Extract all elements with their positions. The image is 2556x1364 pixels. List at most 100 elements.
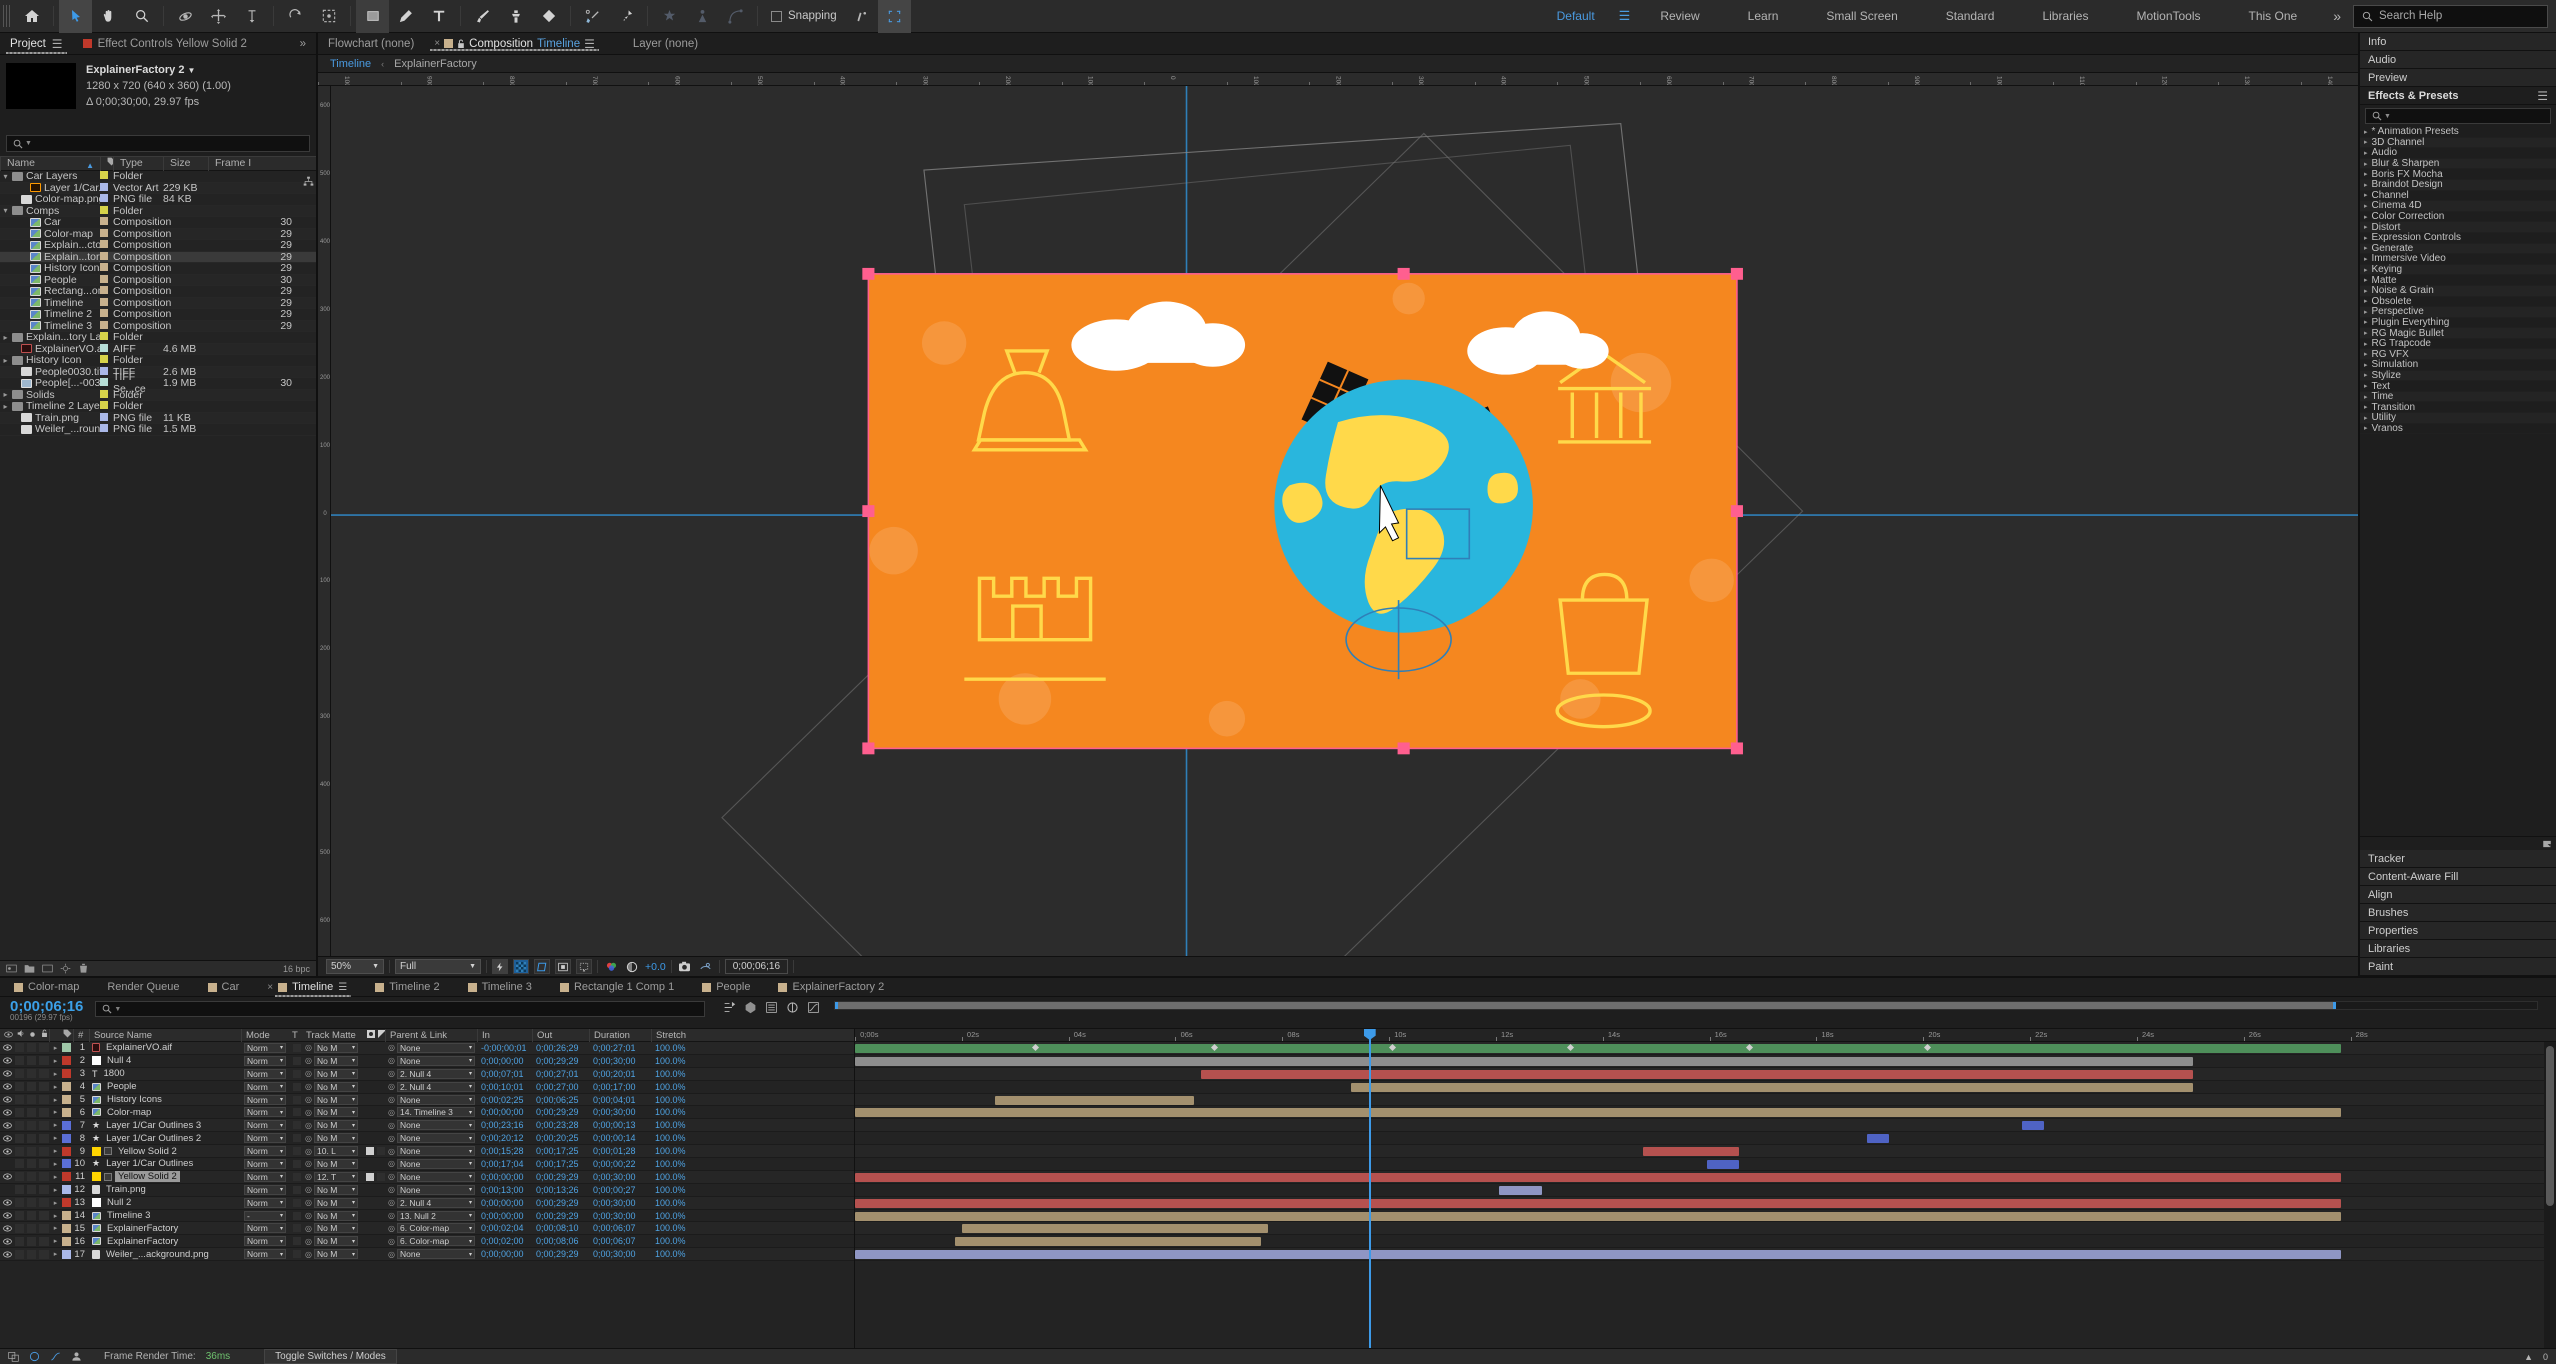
timeline-tab[interactable]: Timeline 2 [361,978,453,997]
layer-twirl-icon[interactable]: ▸ [49,1093,59,1106]
layer-label-color[interactable] [59,1042,73,1054]
panel-audio[interactable]: Audio [2360,51,2556,69]
layer-source-cell[interactable]: People [89,1080,241,1093]
close-icon[interactable]: × [267,982,273,993]
layer-mode-select[interactable]: - ▾ [244,1210,286,1221]
bit-depth-icon[interactable] [6,963,17,974]
column-label-tag[interactable] [100,156,113,171]
layer-duration[interactable]: 0;00;00;22 [589,1158,651,1171]
layer-preserve-transparency[interactable] [288,1248,302,1261]
layer-solo-toggle[interactable] [24,1235,36,1248]
header-t[interactable]: T [288,1029,302,1042]
layer-in-point[interactable]: 0;00;07;01 [477,1067,532,1080]
project-item-tag[interactable] [100,205,113,217]
layer-row[interactable]: ▸ 1 ExplainerVO.aif Norm ▾ ◎ No M ▾ ◎ None ▾ -0;00;… [0,1042,854,1055]
parent-pickwhip-icon[interactable]: ◎ [388,1250,395,1259]
layer-in-point[interactable]: 0;00;00;00 [477,1248,532,1261]
layer-lock-toggle[interactable] [36,1170,49,1183]
layer-track-matte-select[interactable]: No M ▾ [313,1223,358,1234]
layer-duration[interactable]: 0;00;06;07 [589,1222,651,1235]
timeline-tab[interactable]: ExplainerFactory 2 [764,978,898,997]
exposure-icon[interactable] [624,959,640,974]
parent-pickwhip-icon[interactable]: ◎ [388,1108,395,1117]
layer-label-color[interactable] [59,1093,73,1106]
layer-solo-toggle[interactable] [24,1222,36,1235]
project-item-tag[interactable] [100,228,113,240]
layer-visibility-toggle[interactable] [0,1209,12,1222]
timeline-bar-row[interactable] [855,1235,2544,1249]
parent-pickwhip-icon[interactable]: ◎ [388,1198,395,1207]
project-item-tag[interactable] [100,320,113,332]
parent-pickwhip-icon[interactable]: ◎ [388,1224,395,1233]
layer-duration-bar[interactable] [855,1198,2342,1208]
layer-preserve-transparency[interactable] [288,1093,302,1106]
layer-solo-toggle[interactable] [24,1093,36,1106]
viewer-timecode[interactable]: 0;00;06;16 [724,959,788,974]
project-item-tag[interactable] [100,182,113,194]
workspace-tab-motiontools[interactable]: MotionTools [2112,0,2224,33]
layer-duration-bar[interactable] [1706,1160,1740,1170]
layer-duration-bar[interactable] [855,1108,2342,1118]
layer-lock-toggle[interactable] [36,1080,49,1093]
tab-effect-controls[interactable]: Effect Controls Yellow Solid 2 [73,33,257,54]
layer-audio-toggle[interactable] [12,1093,24,1106]
chevron-right-icon[interactable]: ▸ [2364,340,2368,348]
layer-duration-bar[interactable] [1867,1134,1890,1144]
layer-twirl-icon[interactable]: ▸ [49,1042,59,1054]
layer-solo-toggle[interactable] [24,1158,36,1171]
layer-label-color[interactable] [59,1170,73,1183]
chevron-right-icon[interactable]: ▸ [2364,414,2368,422]
timeline-bar-row[interactable] [855,1158,2544,1171]
layer-lock-toggle[interactable] [36,1183,49,1196]
layer-audio-toggle[interactable] [12,1067,24,1080]
layer-parent-select[interactable]: None ▾ [396,1094,475,1105]
layer-stretch[interactable]: 100.0% [651,1209,706,1222]
composition-mini-flowchart-icon[interactable] [723,1001,736,1014]
layer-parent-select[interactable]: 2. Null 4 ▾ [396,1081,475,1092]
timeline-bar-row[interactable] [855,1209,2544,1223]
layer-visibility-toggle[interactable] [0,1158,12,1171]
layer-out-point[interactable]: 0;00;29;29 [532,1209,589,1222]
layer-source-cell[interactable]: ExplainerFactory [89,1235,241,1248]
layer-preserve-transparency[interactable] [288,1145,302,1158]
twirl-icon[interactable]: ▾ [2,172,9,181]
layer-visibility-toggle[interactable] [0,1145,12,1158]
layer-label-color[interactable] [59,1119,73,1132]
layer-duration[interactable]: 0;00;30;00 [589,1248,651,1261]
layer-twirl-icon[interactable]: ▸ [49,1145,59,1158]
header-stretch[interactable]: Stretch [651,1028,854,1042]
layer-in-point[interactable]: 0;00;02;00 [477,1235,532,1248]
effects-category-list[interactable]: ▸ * Animation Presets ▸ 3D Channel ▸ Audio ▸ Bl… [2360,127,2556,836]
layer-lock-toggle[interactable] [36,1235,49,1248]
layer-preserve-transparency[interactable] [288,1132,302,1145]
type-tool-icon[interactable] [422,0,455,33]
layer-in-point[interactable]: 0;00;00;00 [477,1196,532,1209]
breadcrumb-timeline[interactable]: Timeline [330,58,371,70]
layer-duration-bar[interactable] [855,1211,2342,1221]
rotation-tool-icon[interactable] [279,0,312,33]
hand-tool-icon[interactable] [92,0,125,33]
layer-solo-toggle[interactable] [24,1170,36,1183]
layer-visibility-toggle[interactable] [0,1222,12,1235]
home-icon[interactable] [15,0,48,33]
layer-mode-select[interactable]: Norm ▾ [244,1158,286,1169]
layer-twirl-icon[interactable]: ▸ [49,1054,59,1067]
layer-duration-bar[interactable] [1498,1185,1542,1195]
layer-visibility-toggle[interactable] [0,1119,12,1132]
layer-parent-select[interactable]: None ▾ [396,1171,475,1182]
effect-category-row[interactable]: ▸ Vranos [2360,423,2556,435]
layer-audio-toggle[interactable] [12,1222,24,1235]
layer-row[interactable]: ▸ 14 Timeline 3- ▾ ◎ No M ▾ ◎ 13. Null 2 ▾ 0;00;00… [0,1210,854,1223]
layer-parent-select[interactable]: None ▾ [396,1249,475,1260]
layer-track-matte-select[interactable]: No M ▾ [313,1081,358,1092]
layer-in-point[interactable]: -0;00;00;01 [477,1042,532,1054]
pan-behind-tool-icon[interactable] [202,0,235,33]
layer-visibility-toggle[interactable] [0,1132,12,1145]
chevron-right-icon[interactable]: ▸ [2364,276,2368,284]
layer-twirl-icon[interactable]: ▸ [49,1132,59,1145]
chevron-right-icon[interactable]: ▸ [2364,287,2368,295]
selection-tool-icon[interactable] [59,0,92,33]
chevron-right-icon[interactable]: ▸ [2364,371,2368,379]
workspace-tab-libraries[interactable]: Libraries [2018,0,2112,33]
chevron-right-icon[interactable]: ▸ [2364,128,2368,136]
